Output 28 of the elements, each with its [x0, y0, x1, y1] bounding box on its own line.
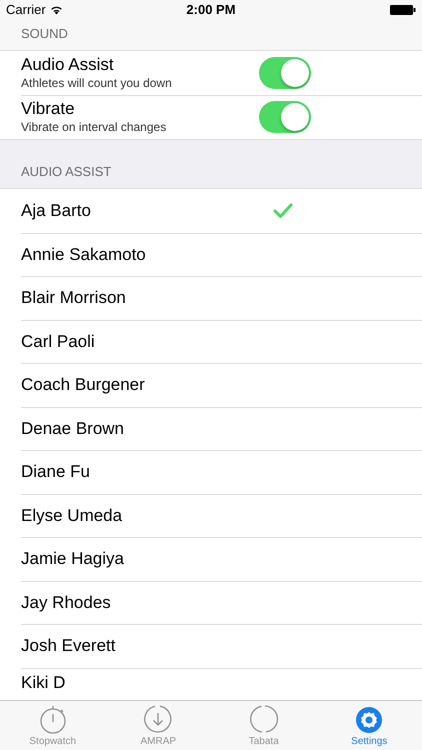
voice-name: Coach Burgener: [21, 374, 146, 396]
voice-name: Diane Fu: [21, 461, 91, 482]
section-header: AUDIO ASSIST: [21, 162, 112, 180]
status-time: 2:00 PM: [186, 1, 236, 20]
setting-title: Vibrate: [21, 99, 76, 119]
settings-icon: [355, 706, 384, 734]
voice-name: Elyse Umeda: [21, 504, 124, 526]
voice-name: Kiki D: [21, 672, 66, 692]
voice-name: Denae Brown: [21, 418, 126, 439]
voice-name: Jay Rhodes: [21, 592, 112, 613]
battery-icon: [390, 5, 416, 15]
voice-name: Josh Everett: [21, 635, 116, 656]
voice-name: Carl Paoli: [21, 330, 96, 352]
tab[interactable]: Settings: [316, 701, 422, 750]
checkmark-icon: [273, 202, 293, 219]
toggle-switch[interactable]: [259, 101, 311, 133]
voice-name: Jamie Hagiya: [21, 548, 125, 570]
setting-title: Audio Assist: [21, 55, 115, 75]
setting-subtitle: Vibrate on interval changes: [21, 119, 168, 135]
toggle-switch[interactable]: [259, 57, 311, 89]
section-header: SOUND: [21, 24, 68, 42]
stopwatch-icon: [38, 704, 67, 734]
voice-name: Aja Barto: [21, 200, 92, 222]
voice-name: Blair Morrison: [21, 287, 127, 308]
voice-name: Annie Sakamoto: [21, 244, 147, 265]
setting-subtitle: Athletes will count you down: [21, 75, 173, 91]
wifi-icon: [50, 5, 63, 15]
carrier-label: Carrier: [6, 1, 46, 20]
